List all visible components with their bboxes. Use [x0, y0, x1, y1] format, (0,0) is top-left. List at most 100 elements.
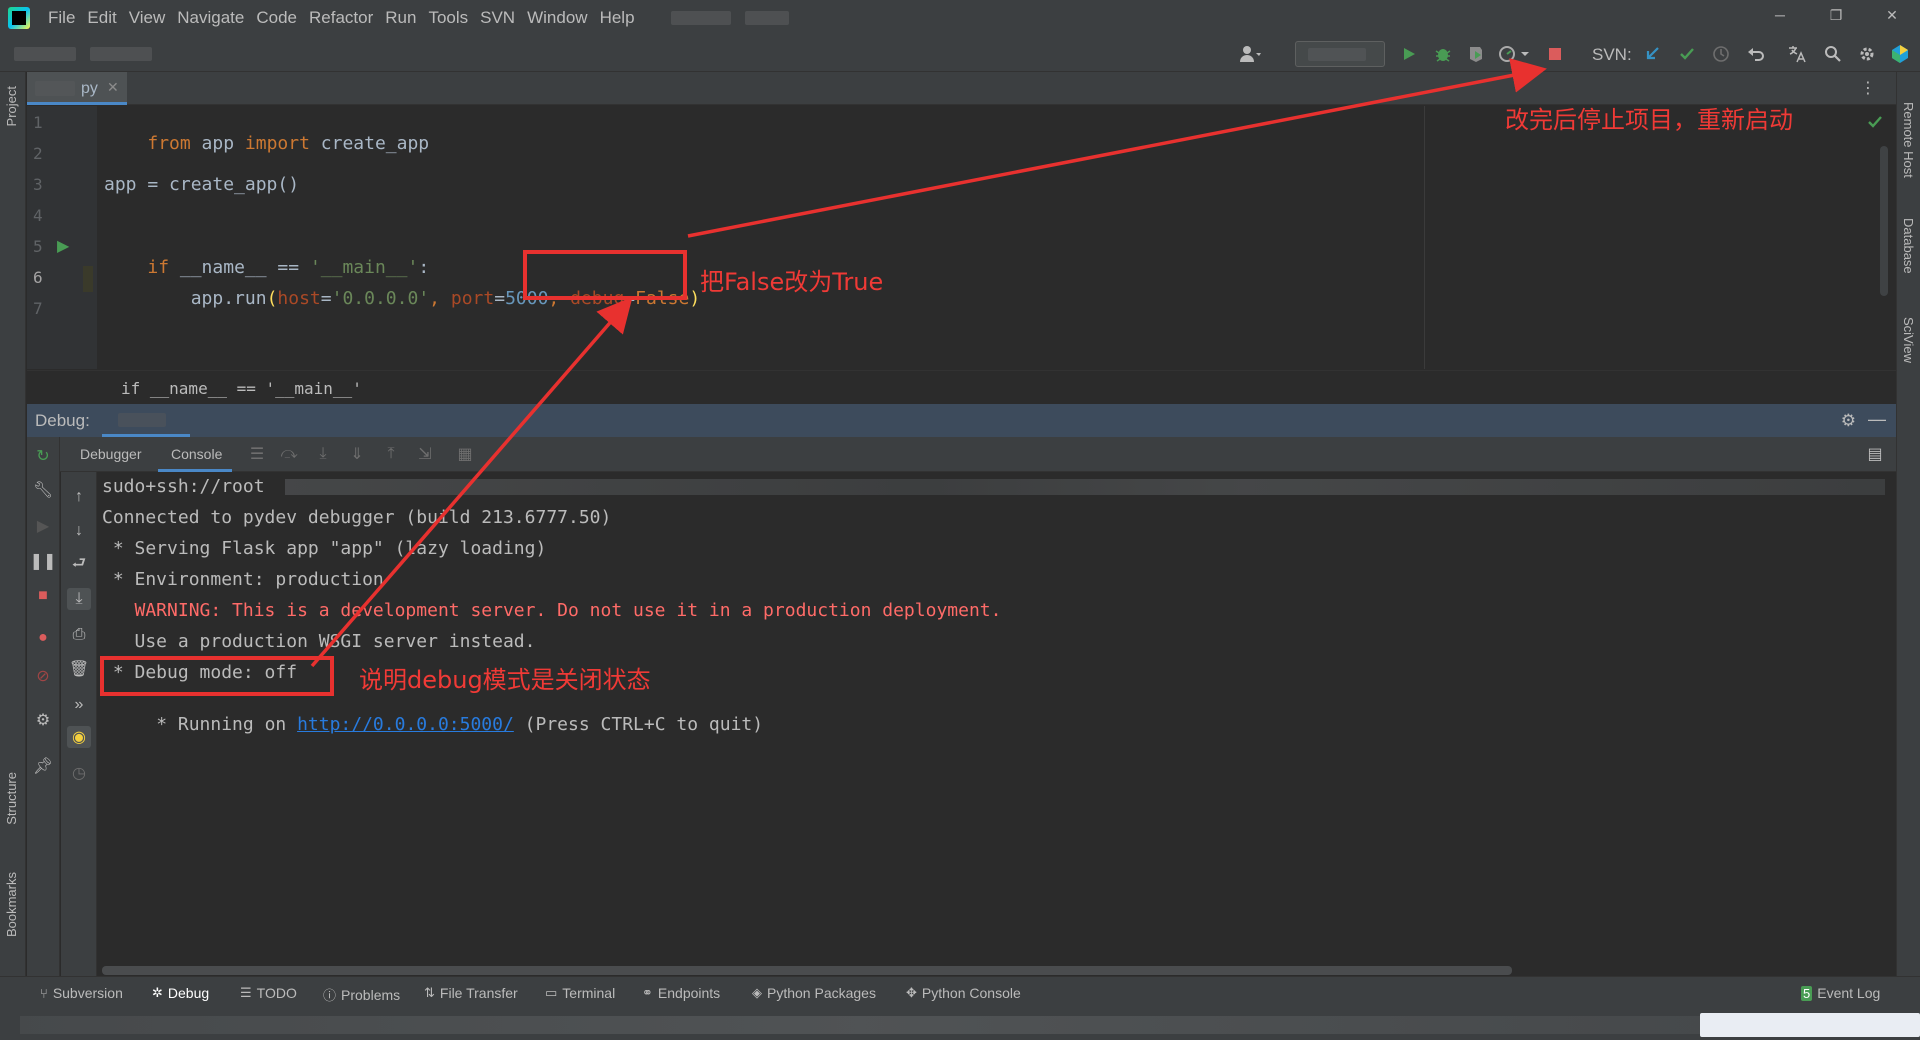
debug-console[interactable]: sudo+ssh://root Connected to pydev debug… — [97, 472, 1896, 976]
run-configuration-selector[interactable] — [1295, 41, 1385, 67]
settings-icon[interactable] — [1855, 42, 1879, 66]
view-breakpoints-icon[interactable]: ● — [31, 627, 55, 649]
file-tab-label: py — [81, 80, 98, 97]
show-more-icon[interactable]: » — [67, 694, 91, 716]
user-icon[interactable] — [1238, 42, 1262, 66]
python-packages-tool-button[interactable]: ◈ Python Packages — [752, 985, 876, 1001]
trash-icon[interactable]: 🗑︎ — [67, 658, 91, 680]
event-log-label: Event Log — [1817, 985, 1881, 1001]
editor-file-tab[interactable]: py ✕ — [27, 72, 127, 105]
run-to-cursor-icon[interactable]: ⇲ — [413, 443, 437, 465]
editor-scrollbar[interactable] — [1880, 146, 1888, 296]
terminal-tool-button[interactable]: ▭ Terminal — [545, 985, 615, 1001]
subversion-tool-button[interactable]: ⑂ Subversion — [40, 985, 123, 1001]
stop-icon[interactable]: ■ — [31, 585, 55, 607]
svn-commit-icon[interactable] — [1675, 42, 1699, 66]
problems-tool-button[interactable]: ⓘ Problems — [323, 985, 400, 1004]
clock-icon[interactable]: ◷ — [67, 762, 91, 784]
tab-console[interactable]: Console — [171, 446, 222, 462]
revert-icon[interactable] — [1744, 42, 1768, 66]
file-transfer-label: File Transfer — [439, 985, 518, 1001]
menu-navigate[interactable]: Navigate — [171, 8, 250, 28]
sciview-tool-button[interactable]: SciView — [1901, 317, 1916, 363]
menu-help[interactable]: Help — [594, 8, 641, 28]
threads-menu-icon[interactable]: ☰ — [245, 443, 269, 465]
scroll-to-end-icon[interactable]: ⤓ — [67, 588, 91, 610]
python-console-tool-button[interactable]: ✥ Python Console — [906, 985, 1021, 1001]
svn-label: SVN: — [1592, 45, 1632, 64]
menu-file[interactable]: File — [42, 8, 81, 28]
pause-icon[interactable]: ❚❚ — [30, 550, 57, 572]
menu-window[interactable]: Window — [521, 8, 593, 28]
code-line-3: app = create_app() — [104, 174, 300, 195]
structure-tool-button[interactable]: Structure — [4, 772, 19, 825]
annotation-change-false: 把False改为True — [700, 268, 884, 296]
file-transfer-tool-button[interactable]: ⇅ File Transfer — [424, 985, 518, 1001]
debug-tool-button[interactable]: ✲ Debug — [152, 985, 209, 1001]
step-into-icon[interactable]: ⤓ — [311, 443, 335, 465]
menu-bar: File Edit View Navigate Code Refactor Ru… — [0, 0, 1920, 36]
server-url-link[interactable]: http://0.0.0.0:5000/ — [297, 714, 514, 735]
endpoints-tool-button[interactable]: ⚭ Endpoints — [642, 985, 720, 1001]
tab-debugger[interactable]: Debugger — [80, 446, 142, 462]
step-over-icon[interactable]: ⤼ — [277, 443, 301, 465]
wrench-icon[interactable]: 🔧︎ — [31, 479, 55, 501]
chevron-down-icon[interactable] — [1518, 42, 1532, 66]
step-into-my-code-icon[interactable]: ⇓ — [345, 443, 369, 465]
event-log-tool-button[interactable]: 5 Event Log — [1801, 985, 1880, 1001]
menu-edit[interactable]: Edit — [81, 8, 122, 28]
branch-icon: ⑂ — [40, 985, 48, 1001]
toolbox-icon[interactable] — [1888, 42, 1912, 66]
close-tab-icon[interactable]: ✕ — [107, 79, 119, 96]
coverage-icon[interactable] — [1464, 42, 1488, 66]
history-icon[interactable] — [1709, 42, 1733, 66]
settings-icon[interactable]: ⚙ — [31, 709, 55, 731]
todo-tool-button[interactable]: ☰ TODO — [240, 985, 297, 1001]
debug-icon[interactable] — [1431, 42, 1455, 66]
profile-icon[interactable] — [1495, 42, 1519, 66]
svn-update-icon[interactable] — [1640, 42, 1664, 66]
code-line-1: from app import create_app — [104, 112, 429, 175]
evaluate-expression-icon[interactable]: ▦ — [453, 443, 477, 465]
scroll-up-icon[interactable]: ↑ — [67, 486, 91, 508]
restore-button[interactable]: ❐ — [1808, 0, 1864, 30]
python-console-icon[interactable]: ◉ — [67, 726, 91, 748]
more-tabs-icon[interactable]: ⋮ — [1860, 78, 1876, 98]
menu-run[interactable]: Run — [379, 8, 422, 28]
project-tool-button[interactable]: Project — [4, 86, 19, 126]
menu-svn[interactable]: SVN — [474, 8, 521, 28]
breadcrumb-item[interactable]: if __name__ == '__main__' — [121, 379, 362, 398]
blurred-nav-file — [90, 47, 152, 61]
step-out-icon[interactable]: ⤒ — [379, 443, 403, 465]
minimize-button[interactable]: ─ — [1752, 0, 1808, 30]
menu-view[interactable]: View — [123, 8, 172, 28]
translate-icon[interactable] — [1785, 42, 1809, 66]
scroll-down-icon[interactable]: ↓ — [67, 520, 91, 542]
search-icon[interactable] — [1821, 42, 1845, 66]
run-icon[interactable] — [1397, 42, 1421, 66]
console-horizontal-scrollbar[interactable] — [102, 966, 1512, 975]
code-text: = — [494, 288, 506, 309]
database-tool-button[interactable]: Database — [1901, 218, 1916, 274]
menu-refactor[interactable]: Refactor — [303, 8, 379, 28]
gear-icon[interactable]: ⚙ — [1841, 411, 1856, 431]
run-gutter-icon[interactable]: ▶ — [57, 236, 69, 256]
bookmarks-tool-button[interactable]: Bookmarks — [4, 872, 19, 937]
rerun-icon[interactable]: ↻ — [31, 445, 55, 467]
code-editor[interactable]: 1 2 3 4 5 6 7 ▶ from app import create_a… — [27, 106, 1896, 369]
hide-panel-icon[interactable]: — — [1868, 409, 1886, 430]
menu-tools[interactable]: Tools — [422, 8, 474, 28]
transfer-icon: ⇅ — [424, 985, 435, 1000]
layout-icon[interactable]: ▤ — [1863, 443, 1887, 465]
close-window-button[interactable]: ✕ — [1864, 0, 1920, 30]
resume-icon[interactable]: ▶ — [31, 515, 55, 537]
mute-breakpoints-icon[interactable]: ⊘ — [31, 665, 55, 687]
console-line-warning: WARNING: This is a development server. D… — [102, 600, 1002, 621]
soft-wrap-icon[interactable]: ⮐ — [67, 554, 91, 576]
menu-code[interactable]: Code — [250, 8, 303, 28]
print-icon[interactable]: ⎙ — [67, 624, 91, 646]
debug-session-tab[interactable] — [102, 404, 190, 437]
pin-icon[interactable]: 📌︎ — [31, 755, 55, 777]
stop-icon[interactable] — [1543, 42, 1567, 66]
remote-host-tool-button[interactable]: Remote Host — [1901, 102, 1916, 178]
